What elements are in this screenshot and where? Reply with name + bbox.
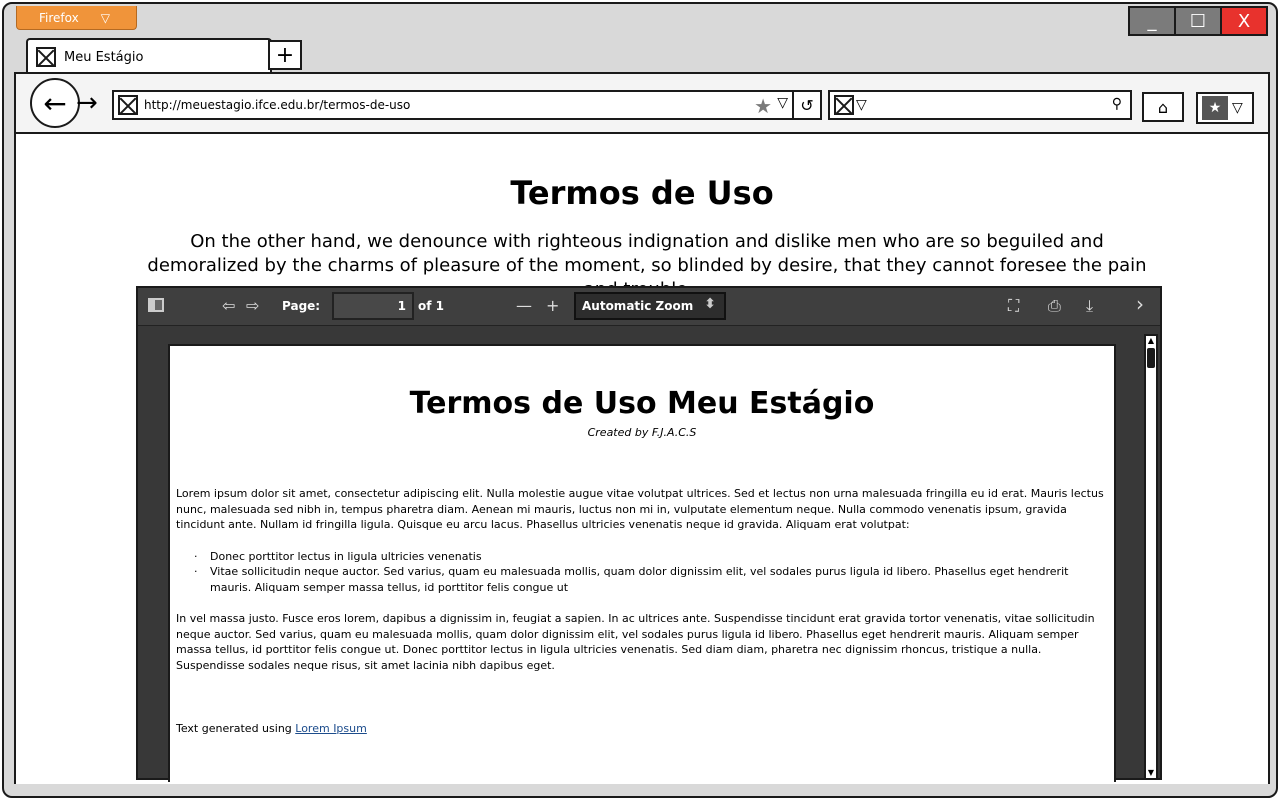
arrow-down-icon[interactable]: ⇨ bbox=[246, 296, 259, 315]
sidebar-toggle-icon[interactable] bbox=[148, 298, 164, 312]
page-number-input[interactable]: 1 bbox=[332, 292, 414, 320]
star-icon[interactable]: ★ bbox=[754, 94, 772, 118]
reload-button[interactable]: ↺ bbox=[792, 90, 822, 120]
pdf-viewer: ⇦ ⇨ Page: 1 of 1 — + Automatic Zoom ⬍ ⛶ … bbox=[136, 286, 1162, 782]
page-label: Page: bbox=[282, 299, 321, 313]
document-list: Donec porttitor lectus in ligula ultrici… bbox=[176, 549, 1104, 596]
page-title: Termos de Uso bbox=[510, 174, 774, 212]
site-identity-icon bbox=[118, 95, 138, 115]
page-content: Termos de Uso On the other hand, we deno… bbox=[14, 134, 1270, 784]
navigation-bar: ← → http://meuestagio.ifce.edu.br/termos… bbox=[14, 72, 1270, 134]
new-tab-button[interactable]: + bbox=[268, 40, 302, 70]
zoom-select[interactable]: Automatic Zoom ⬍ bbox=[574, 292, 726, 320]
zoom-select-value: Automatic Zoom bbox=[582, 299, 694, 313]
firefox-menu-label: Firefox bbox=[39, 10, 79, 25]
home-button[interactable]: ⌂ bbox=[1142, 92, 1184, 122]
bookmarks-button[interactable]: ★ ▽ bbox=[1196, 92, 1254, 124]
firefox-menu-button[interactable]: Firefox ▽ bbox=[16, 6, 137, 30]
document-paragraph: In vel massa justo. Fusce eros lorem, da… bbox=[176, 612, 1095, 672]
page-count: of 1 bbox=[418, 299, 444, 313]
tab-meu-estagio[interactable]: Meu Estágio bbox=[26, 38, 272, 74]
chevron-right-icon[interactable]: › bbox=[1136, 292, 1144, 316]
home-icon: ⌂ bbox=[1157, 97, 1169, 117]
browser-window: Firefox ▽ _ ☐ X Meu Estágio + ← → http:/… bbox=[2, 2, 1278, 798]
url-text: http://meuestagio.ifce.edu.br/termos-de-… bbox=[144, 98, 411, 112]
download-icon[interactable]: ⤓ bbox=[1086, 296, 1093, 316]
scroll-up-icon[interactable]: ▲ bbox=[1146, 336, 1156, 346]
favicon-placeholder-icon bbox=[36, 47, 56, 67]
close-button[interactable]: X bbox=[1220, 6, 1268, 36]
forward-button[interactable]: → bbox=[76, 88, 98, 118]
chevron-down-icon: ▽ bbox=[1232, 100, 1243, 116]
lorem-ipsum-link[interactable]: Lorem Ipsum bbox=[295, 722, 367, 735]
bookmarks-icon: ★ bbox=[1202, 96, 1228, 120]
document-paragraph: Lorem ipsum dolor sit amet, consectetur … bbox=[176, 487, 1104, 531]
pdf-scrollbar[interactable]: ▲ ▼ bbox=[1144, 334, 1158, 780]
minus-icon[interactable]: — bbox=[516, 296, 532, 315]
document-footer: Text generated using Lorem Ipsum bbox=[176, 722, 367, 735]
minimize-button[interactable]: _ bbox=[1128, 6, 1176, 36]
select-caret-icon: ⬍ bbox=[704, 296, 716, 312]
chevron-down-icon[interactable]: ▽ bbox=[777, 95, 788, 111]
list-item: Donec porttitor lectus in ligula ultrici… bbox=[194, 549, 1104, 565]
presentation-mode-icon[interactable]: ⛶ bbox=[1008, 296, 1019, 316]
back-arrow-icon: ← bbox=[43, 86, 67, 120]
forward-arrow-icon: → bbox=[76, 88, 98, 118]
footer-text: Text generated using bbox=[176, 722, 296, 735]
arrow-up-icon[interactable]: ⇦ bbox=[222, 296, 235, 315]
maximize-button[interactable]: ☐ bbox=[1174, 6, 1222, 36]
search-engine-icon[interactable] bbox=[834, 95, 854, 115]
plus-icon[interactable]: + bbox=[546, 296, 559, 315]
magnifier-icon[interactable]: ⚲ bbox=[1112, 96, 1122, 112]
url-bar[interactable]: http://meuestagio.ifce.edu.br/termos-de-… bbox=[112, 90, 822, 120]
chevron-down-icon: ▽ bbox=[100, 10, 110, 25]
list-item: Vitae sollicitudin neque auctor. Sed var… bbox=[194, 564, 1104, 595]
document-subtitle: Created by F.J.A.C.S bbox=[587, 426, 697, 439]
chevron-down-icon[interactable]: ▽ bbox=[856, 97, 867, 113]
print-icon[interactable]: ⎙ bbox=[1048, 296, 1061, 316]
scroll-down-icon[interactable]: ▼ bbox=[1146, 768, 1156, 778]
search-bar[interactable]: ▽ ⚲ bbox=[828, 90, 1132, 120]
pdf-toolbar: ⇦ ⇨ Page: 1 of 1 — + Automatic Zoom ⬍ ⛶ … bbox=[138, 288, 1160, 326]
document-body: Lorem ipsum dolor sit amet, consectetur … bbox=[176, 486, 1104, 689]
scrollbar-thumb[interactable] bbox=[1147, 348, 1155, 368]
reload-icon: ↺ bbox=[800, 95, 814, 115]
tab-title: Meu Estágio bbox=[64, 49, 144, 65]
pdf-page: Termos de Uso Meu Estágio Created by F.J… bbox=[168, 344, 1116, 782]
window-controls: _ ☐ X bbox=[1128, 6, 1268, 36]
back-button[interactable]: ← bbox=[30, 78, 80, 128]
document-title: Termos de Uso Meu Estágio bbox=[409, 386, 875, 421]
